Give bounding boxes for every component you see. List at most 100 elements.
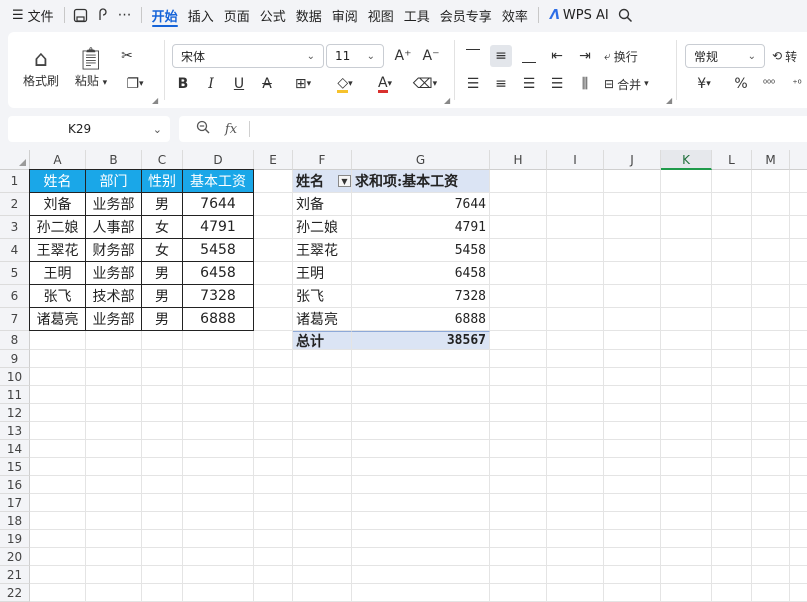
table-cell[interactable]: 7328 — [182, 284, 254, 308]
grid-cell[interactable] — [752, 350, 790, 368]
table-cell[interactable]: 男 — [141, 284, 183, 308]
row-header-4[interactable]: 4 — [0, 239, 30, 262]
grid-cell[interactable] — [30, 548, 86, 566]
row-header-20[interactable]: 20 — [0, 548, 30, 566]
table-cell[interactable]: 7644 — [182, 192, 254, 216]
row-header-12[interactable]: 12 — [0, 404, 30, 422]
grid-cell[interactable] — [790, 458, 807, 476]
grid-cell[interactable] — [254, 350, 293, 368]
grid-cell[interactable] — [752, 512, 790, 530]
row-header-9[interactable]: 9 — [0, 350, 30, 368]
grid-cell[interactable] — [293, 584, 352, 602]
grid-cell[interactable] — [547, 386, 604, 404]
grid-cell[interactable] — [490, 170, 547, 193]
grid-cell[interactable] — [490, 458, 547, 476]
row-header-18[interactable]: 18 — [0, 512, 30, 530]
tab-efficiency[interactable]: 效率 — [497, 0, 533, 30]
grid-cell[interactable] — [490, 404, 547, 422]
table-cell[interactable]: 技术部 — [85, 284, 142, 308]
increase-font-icon[interactable]: A⁺ — [392, 45, 414, 67]
justify-icon[interactable]: ☰ — [546, 73, 568, 95]
grid-cell[interactable] — [86, 422, 142, 440]
column-header-d[interactable]: D — [183, 150, 254, 170]
grid-cell[interactable] — [352, 440, 490, 458]
grid-cell[interactable] — [30, 331, 86, 350]
grid-cell[interactable] — [712, 584, 752, 602]
grid-cell[interactable] — [712, 404, 752, 422]
column-header-i[interactable]: I — [547, 150, 604, 170]
grid-cell[interactable] — [661, 404, 712, 422]
table-cell[interactable]: 业务部 — [85, 261, 142, 285]
italic-icon[interactable]: I — [200, 73, 222, 95]
decrease-font-icon[interactable]: A⁻ — [420, 45, 442, 67]
grid-cell[interactable] — [254, 440, 293, 458]
tab-tools[interactable]: 工具 — [399, 0, 435, 30]
grid-cell[interactable] — [604, 440, 661, 458]
table-cell[interactable]: 男 — [141, 192, 183, 216]
grid-cell[interactable] — [752, 193, 790, 216]
grid-cell[interactable] — [254, 512, 293, 530]
zoom-icon[interactable] — [189, 120, 217, 138]
grid-cell[interactable] — [254, 476, 293, 494]
grid-cell[interactable] — [661, 262, 712, 285]
pivot-row-value[interactable]: 7644 — [352, 193, 490, 216]
dialog-launcher-icon[interactable]: ◢ — [152, 96, 158, 105]
dialog-launcher-icon[interactable]: ◢ — [444, 96, 450, 105]
grid-cell[interactable] — [547, 216, 604, 239]
grid-cell[interactable] — [293, 566, 352, 584]
grid-cell[interactable] — [142, 512, 183, 530]
grid-cell[interactable] — [490, 512, 547, 530]
format-painter-button[interactable]: ⌂ 格式刷 — [18, 40, 64, 96]
table-cell[interactable]: 业务部 — [85, 192, 142, 216]
table-cell[interactable]: 男 — [141, 307, 183, 331]
cut-icon[interactable]: ✂ — [116, 45, 138, 67]
table-cell[interactable]: 刘备 — [29, 192, 86, 216]
grid-cell[interactable] — [752, 368, 790, 386]
column-header-e[interactable]: E — [254, 150, 293, 170]
grid-cell[interactable] — [183, 494, 254, 512]
grid-cell[interactable] — [352, 584, 490, 602]
grid-cell[interactable] — [254, 170, 293, 193]
grid-cell[interactable] — [547, 170, 604, 193]
table-cell[interactable]: 人事部 — [85, 215, 142, 239]
grid-cell[interactable] — [752, 170, 790, 193]
grid-cell[interactable] — [752, 566, 790, 584]
grid-cell[interactable] — [30, 584, 86, 602]
border-icon[interactable]: ⊞ ▾ — [286, 73, 320, 95]
grid-cell[interactable] — [183, 458, 254, 476]
grid-cell[interactable] — [293, 440, 352, 458]
grid-cell[interactable] — [547, 350, 604, 368]
grid-cell[interactable] — [183, 530, 254, 548]
formula-input[interactable] — [250, 117, 807, 141]
grid-cell[interactable] — [30, 386, 86, 404]
grid-cell[interactable] — [142, 566, 183, 584]
table-header-cell[interactable]: 基本工资 — [182, 169, 254, 193]
grid-cell[interactable] — [352, 350, 490, 368]
grid-cell[interactable] — [790, 170, 807, 193]
grid-cell[interactable] — [790, 530, 807, 548]
pivot-row-value[interactable]: 7328 — [352, 285, 490, 308]
grid-cell[interactable] — [604, 285, 661, 308]
spreadsheet-grid[interactable]: A B C D E F G H I J K L M 1 2 3 4 5 6 7 8 9 10 11 12 13 14 15 16 17 18… — [0, 150, 807, 602]
grid-cell[interactable] — [490, 331, 547, 350]
grid-cell[interactable] — [352, 386, 490, 404]
grid-cell[interactable] — [142, 548, 183, 566]
grid-cell[interactable] — [254, 239, 293, 262]
grid-cell[interactable] — [490, 422, 547, 440]
grid-cell[interactable] — [712, 262, 752, 285]
grid-cell[interactable] — [183, 404, 254, 422]
clear-format-icon[interactable]: ⌫ ▾ — [408, 73, 442, 95]
grid-cell[interactable] — [183, 331, 254, 350]
grid-cell[interactable] — [752, 239, 790, 262]
grid-cell[interactable] — [547, 308, 604, 331]
grid-cell[interactable] — [86, 476, 142, 494]
grid-cell[interactable] — [86, 494, 142, 512]
grid-cell[interactable] — [490, 368, 547, 386]
grid-cell[interactable] — [752, 584, 790, 602]
pivot-row-value[interactable]: 5458 — [352, 239, 490, 262]
grid-cell[interactable] — [254, 368, 293, 386]
grid-cell[interactable] — [490, 308, 547, 331]
grid-cell[interactable] — [86, 331, 142, 350]
grid-cell[interactable] — [661, 308, 712, 331]
grid-cell[interactable] — [254, 308, 293, 331]
